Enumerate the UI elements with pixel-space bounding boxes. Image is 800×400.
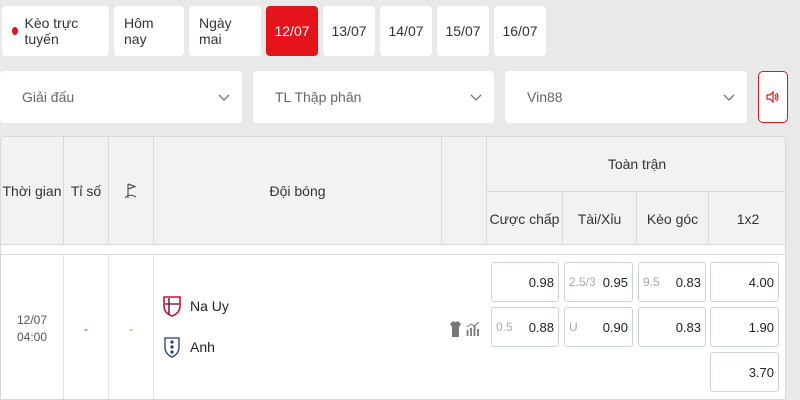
corner-under-value: 0.83 xyxy=(675,320,701,335)
jersey-icon[interactable] xyxy=(449,320,462,338)
header-teams: Đội bóng xyxy=(154,137,442,245)
chevron-down-icon xyxy=(723,94,735,101)
league-select[interactable]: Giải đấu xyxy=(0,71,242,123)
bookmaker-select[interactable]: Vin88 xyxy=(505,71,747,123)
match-hour: 04:00 xyxy=(16,329,48,344)
corner-over-value: 0.83 xyxy=(675,275,701,290)
odds-format-value: TL Thập phân xyxy=(275,89,362,105)
1x2-away-value: 1.90 xyxy=(748,320,774,335)
1x2-away-odds[interactable]: 1.90 xyxy=(710,307,779,347)
handicap-away-odds[interactable]: 0.5 0.88 xyxy=(491,307,559,347)
header-extra xyxy=(442,137,487,245)
chevron-down-icon xyxy=(470,94,482,101)
match-actions xyxy=(442,255,487,399)
match-corner-score: - xyxy=(109,255,154,399)
sound-icon xyxy=(766,90,779,104)
header-score: Tỉ số xyxy=(64,137,109,245)
handicap-home-odds[interactable]: 0.98 xyxy=(491,262,559,302)
1x2-home-value: 4.00 xyxy=(748,275,774,290)
tab-live-label: Kèo trực tuyến xyxy=(24,15,79,47)
table-header: Thời gian Tỉ số Đội bóng Toàn trận Cược … xyxy=(1,137,785,245)
handicap-away-line: 0.5 xyxy=(496,320,513,334)
odds-format-select[interactable]: TL Thập phân xyxy=(253,71,494,123)
norway-crest-icon xyxy=(163,296,181,317)
away-team-name: Anh xyxy=(190,339,215,355)
tab-date-active[interactable]: 12/07 xyxy=(266,6,318,56)
header-corner xyxy=(109,137,154,245)
over-under-line: 2.5/3 xyxy=(569,275,596,289)
corner-line: 9.5 xyxy=(643,275,660,289)
tab-date[interactable]: 15/07 xyxy=(437,6,489,56)
over-odds-value: 0.95 xyxy=(602,275,628,290)
header-handicap: Cược chấp xyxy=(487,192,563,245)
match-score: - xyxy=(64,255,109,399)
home-team[interactable]: Na Uy xyxy=(162,295,229,317)
league-select-value: Giải đấu xyxy=(22,89,75,105)
bookmaker-value: Vin88 xyxy=(527,89,563,105)
over-odds[interactable]: 2.5/3 0.95 xyxy=(564,262,633,302)
1x2-draw-value: 3.70 xyxy=(748,365,774,380)
header-full-match: Toàn trận xyxy=(487,137,785,192)
header-over-under: Tài/Xỉu xyxy=(563,192,637,245)
handicap-away-value: 0.88 xyxy=(528,320,554,335)
1x2-draw-odds[interactable]: 3.70 xyxy=(710,352,779,392)
header-corner-odds: Kèo góc xyxy=(637,192,709,245)
tab-today[interactable]: Hôm nay xyxy=(114,6,184,56)
home-team-name: Na Uy xyxy=(190,298,229,314)
date-tabs: Kèo trực tuyến Hôm nay Ngày mai 12/07 13… xyxy=(2,6,546,56)
tab-date[interactable]: 16/07 xyxy=(494,6,546,56)
filter-bar: Giải đấu TL Thập phân Vin88 xyxy=(0,71,800,123)
1x2-home-odds[interactable]: 4.00 xyxy=(710,262,779,302)
match-teams: Na Uy Anh xyxy=(154,255,442,399)
odds-table: Thời gian Tỉ số Đội bóng Toàn trận Cược … xyxy=(0,136,786,400)
tab-date[interactable]: 13/07 xyxy=(323,6,375,56)
corner-flag-icon xyxy=(124,183,137,199)
england-crest-icon xyxy=(164,337,180,358)
chevron-down-icon xyxy=(218,94,230,101)
tab-tomorrow[interactable]: Ngày mai xyxy=(189,6,261,56)
live-dot-icon xyxy=(12,27,19,35)
corner-under-odds[interactable]: 0.83 xyxy=(638,307,706,347)
stats-icon[interactable] xyxy=(466,321,481,337)
header-1x2: 1x2 xyxy=(736,210,760,227)
handicap-home-value: 0.98 xyxy=(528,275,554,290)
sound-toggle-button[interactable] xyxy=(758,71,788,123)
match-time: 12/07 04:00 xyxy=(1,255,64,399)
tab-live-odds[interactable]: Kèo trực tuyến xyxy=(2,6,109,56)
header-time: Thời gian xyxy=(1,137,64,245)
corner-over-odds[interactable]: 9.5 0.83 xyxy=(638,262,706,302)
match-date: 12/07 xyxy=(16,312,48,327)
under-odds-value: 0.90 xyxy=(602,320,628,335)
under-odds[interactable]: U 0.90 xyxy=(564,307,633,347)
away-team[interactable]: Anh xyxy=(162,336,215,358)
table-row: 12/07 04:00 - - Na Uy Anh 0.98 0.5 0.88 … xyxy=(1,254,785,399)
under-label: U xyxy=(569,320,578,334)
tab-date[interactable]: 14/07 xyxy=(380,6,432,56)
